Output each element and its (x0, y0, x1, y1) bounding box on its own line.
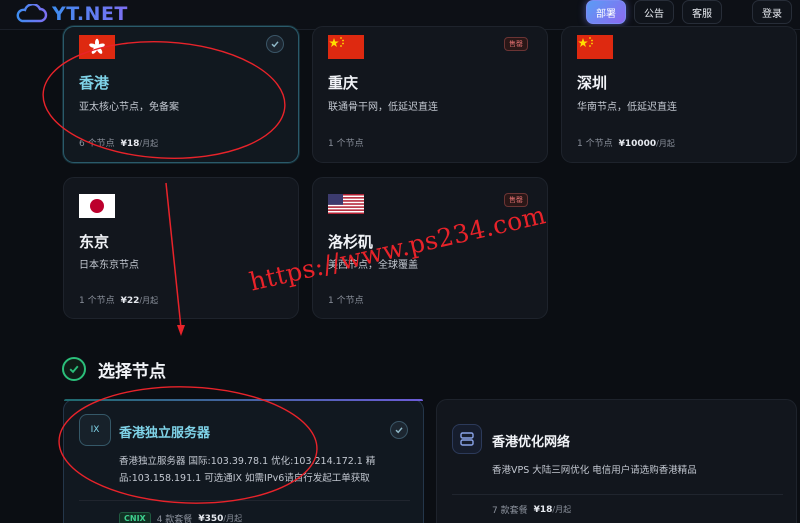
login-button[interactable]: 登录 (752, 0, 792, 24)
flag-jp-icon (79, 194, 115, 218)
region-name: 深圳 (577, 74, 608, 92)
region-desc: 日本东京节点 (79, 260, 139, 271)
region-meta: 1 个节点 (328, 293, 364, 306)
flag-cn-icon (328, 35, 364, 59)
node-count: 1 个节点 (79, 296, 115, 306)
region-desc: 华南节点，低延迟直连 (577, 102, 677, 113)
node-meta: 7 款套餐 ¥18/月起 (492, 503, 571, 516)
node-desc-line: 品:103.158.191.1 可选通IX 如需IPv6请自行发起工单获取 (119, 473, 370, 484)
node-count: 1 个节点 (577, 139, 613, 149)
nav-deploy[interactable]: 部署 (586, 0, 626, 24)
flag-cn-icon (577, 35, 613, 59)
ix-badge-icon: IX (79, 414, 111, 446)
price-unit: /月起 (139, 296, 159, 305)
node-desc: 香港独立服务器 国际:103.39.78.1 优化:103.214.172.1 … (119, 453, 375, 487)
region-card-hongkong[interactable]: 香港 亚太核心节点，免备案 6 个节点 ¥18/月起 (63, 26, 299, 163)
node-title: 香港独立服务器 (119, 426, 211, 441)
selected-check-icon (390, 421, 408, 439)
logo-text: YT.NET (52, 3, 128, 25)
nav-announcements[interactable]: 公告 (634, 0, 674, 24)
node-count: 1 个节点 (328, 296, 364, 306)
annotation-arrowhead (177, 325, 185, 336)
plan-count: 4 款套餐 (156, 515, 193, 523)
node-meta: CNIX 4 款套餐 ¥350/月起 (119, 512, 242, 523)
region-name: 香港 (79, 74, 110, 92)
region-name: 重庆 (328, 74, 359, 92)
region-price: ¥22 (120, 296, 140, 306)
region-meta: 6 个节点 ¥18/月起 (79, 136, 158, 149)
region-card-chongqing[interactable]: 售罄 重庆 联通骨干网，低延迟直连 1 个节点 (312, 26, 548, 163)
sold-out-badge: 售罄 (504, 37, 528, 51)
region-meta: 1 个节点 ¥22/月起 (79, 293, 158, 306)
node-price: ¥350 (198, 514, 224, 523)
divider (79, 500, 410, 501)
region-desc: 联通骨干网，低延迟直连 (328, 102, 438, 113)
nav-support[interactable]: 客服 (682, 0, 722, 24)
cloud-logo-icon (16, 4, 48, 23)
region-card-tokyo[interactable]: 东京 日本东京节点 1 个节点 ¥22/月起 (63, 177, 299, 319)
region-name: 东京 (79, 233, 110, 251)
region-meta: 1 个节点 ¥10000/月起 (577, 136, 675, 149)
cnix-tag: CNIX (119, 512, 151, 523)
plan-count: 7 款套餐 (492, 506, 528, 516)
region-price: ¥10000 (618, 139, 657, 149)
step-check-icon (62, 357, 86, 381)
price-unit: /月起 (552, 505, 572, 514)
flag-us-icon (328, 194, 364, 214)
price-unit: /月起 (656, 139, 675, 148)
node-card-hk-dedicated[interactable]: IX 香港独立服务器 香港独立服务器 国际:103.39.78.1 优化:103… (63, 399, 424, 523)
selected-check-icon (266, 35, 284, 53)
node-count: 1 个节点 (328, 139, 364, 149)
main-nav: 部署 公告 客服 登录 (586, 0, 792, 26)
price-unit: /月起 (223, 514, 243, 523)
flag-hk-icon (79, 35, 115, 59)
region-card-shenzhen[interactable]: 深圳 华南节点，低延迟直连 1 个节点 ¥10000/月起 (561, 26, 797, 163)
node-title: 香港优化网络 (492, 435, 571, 450)
divider (452, 494, 783, 495)
logo[interactable]: YT.NET (14, 1, 128, 27)
node-count: 6 个节点 (79, 139, 115, 149)
region-price: ¥18 (120, 139, 140, 149)
node-desc: 香港VPS 大陆三网优化 电信用户请选购香港精品 (492, 465, 697, 476)
region-meta: 1 个节点 (328, 136, 364, 149)
price-unit: /月起 (139, 139, 159, 148)
server-icon (452, 424, 482, 454)
node-price: ¥18 (533, 505, 553, 515)
node-card-hk-optimized[interactable]: 香港优化网络 香港VPS 大陆三网优化 电信用户请选购香港精品 7 款套餐 ¥1… (436, 399, 797, 523)
region-desc: 亚太核心节点，免备案 (79, 102, 179, 113)
section-title: 选择节点 (98, 362, 166, 382)
node-desc-line: 香港独立服务器 国际:103.39.78.1 优化:103.214.172.1 … (119, 456, 376, 467)
